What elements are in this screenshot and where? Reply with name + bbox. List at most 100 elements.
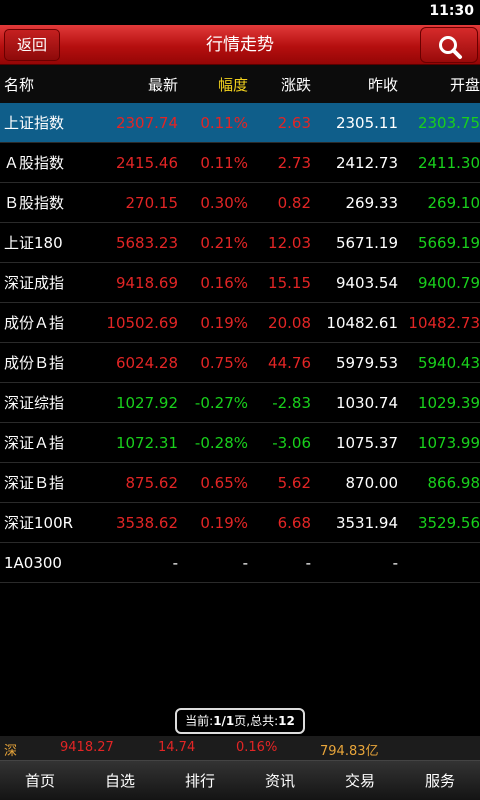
row-name-text: 上证180 bbox=[4, 234, 63, 252]
column-header-name[interactable]: 名称 bbox=[4, 65, 114, 103]
row-change: 15.15 bbox=[250, 263, 311, 302]
row-open: 5669.19 bbox=[400, 223, 480, 262]
column-header-pct[interactable]: 幅度 bbox=[180, 65, 248, 103]
row-pct: 0.65% bbox=[180, 463, 248, 502]
row-change-text: -2.83 bbox=[272, 393, 311, 412]
table-row[interactable]: 深证Ｂ指 875.62 0.65% 5.62 870.00 866.98 bbox=[0, 463, 480, 503]
column-header-open-label: 开盘 bbox=[449, 75, 480, 94]
table-row[interactable]: 成份Ｂ指 6024.28 0.75% 44.76 5979.53 5940.43 bbox=[0, 343, 480, 383]
row-latest-text: 875.62 bbox=[125, 473, 179, 492]
row-pct-text: -0.28% bbox=[194, 433, 248, 452]
nav-trade[interactable]: 交易 bbox=[320, 761, 400, 800]
row-open-text: 5940.43 bbox=[417, 353, 480, 372]
row-prev-close: - bbox=[312, 543, 398, 582]
row-pct-text: 0.19% bbox=[200, 513, 248, 532]
row-prev-close-text: 9403.54 bbox=[335, 273, 398, 292]
row-name-text: 上证指数 bbox=[4, 114, 65, 132]
row-open: 269.10 bbox=[400, 183, 480, 222]
column-header-latest[interactable]: 最新 bbox=[100, 65, 178, 103]
row-name: Ａ股指数 bbox=[4, 143, 114, 182]
quote-table: 上证指数 2307.74 0.11% 2.63 2305.11 2303.75 Ａ股指数 24… bbox=[0, 103, 480, 583]
row-name-text: 深证Ｂ指 bbox=[4, 474, 65, 492]
table-header: 名称 最新 幅度 涨跌 昨收 开盘 bbox=[0, 65, 480, 103]
row-change: 20.08 bbox=[250, 303, 311, 342]
row-pct: -0.27% bbox=[180, 383, 248, 422]
row-name: 上证指数 bbox=[4, 103, 114, 142]
table-row[interactable]: 1A0300 - - - - bbox=[0, 543, 480, 583]
nav-ranking[interactable]: 排行 bbox=[160, 761, 240, 800]
pager-mid: 页,总共: bbox=[234, 714, 279, 728]
row-change-text: 44.76 bbox=[268, 353, 311, 372]
row-change: - bbox=[250, 543, 311, 582]
row-latest-text: 6024.28 bbox=[115, 353, 178, 372]
row-open: 1029.39 bbox=[400, 383, 480, 422]
row-latest: 270.15 bbox=[100, 183, 179, 222]
nav-watchlist[interactable]: 自选 bbox=[80, 761, 160, 800]
search-button[interactable] bbox=[420, 27, 478, 63]
row-pct: 0.19% bbox=[180, 503, 248, 542]
row-open: 3529.56 bbox=[400, 503, 480, 542]
row-change-text: 15.15 bbox=[268, 273, 311, 292]
row-name: Ｂ股指数 bbox=[4, 183, 114, 222]
table-row[interactable]: 深证综指 1027.92 -0.27% -2.83 1030.74 1029.39 bbox=[0, 383, 480, 423]
back-button[interactable]: 返回 bbox=[4, 29, 60, 61]
row-open-text: 1073.99 bbox=[417, 433, 480, 452]
row-change: 2.73 bbox=[250, 143, 311, 182]
row-pct-text: -0.27% bbox=[194, 393, 248, 412]
row-latest-text: 2415.46 bbox=[115, 153, 178, 172]
table-row[interactable]: 深证成指 9418.69 0.16% 15.15 9403.54 9400.79 bbox=[0, 263, 480, 303]
row-latest: 1027.92 bbox=[100, 383, 178, 422]
row-name: 1A0300 bbox=[4, 543, 114, 582]
pager-total: 12 bbox=[278, 714, 295, 728]
row-open-text: 5669.19 bbox=[417, 233, 480, 252]
row-pct: 0.75% bbox=[180, 343, 248, 382]
column-header-change[interactable]: 涨跌 bbox=[250, 65, 311, 103]
table-row[interactable]: 成份Ａ指 10502.69 0.19% 20.08 10482.61 10482.73 bbox=[0, 303, 480, 343]
row-pct: 0.21% bbox=[180, 223, 248, 262]
pager-prefix: 当前: bbox=[185, 714, 214, 728]
row-change: 5.62 bbox=[250, 463, 311, 502]
ticker-volume: 794.83亿 bbox=[320, 744, 379, 759]
row-name-text: 深证成指 bbox=[4, 274, 65, 292]
row-latest-text: 1072.31 bbox=[115, 433, 178, 452]
table-row[interactable]: Ａ股指数 2415.46 0.11% 2.73 2412.73 2411.30 bbox=[0, 143, 480, 183]
row-prev-close: 2305.11 bbox=[312, 103, 398, 142]
row-latest: 875.62 bbox=[100, 463, 179, 502]
row-open: 866.98 bbox=[400, 463, 480, 502]
row-name-text: 成份Ａ指 bbox=[4, 314, 65, 332]
nav-home[interactable]: 首页 bbox=[0, 761, 80, 800]
row-pct-text: 0.75% bbox=[200, 353, 248, 372]
row-pct: - bbox=[180, 543, 248, 582]
table-row[interactable]: 上证180 5683.23 0.21% 12.03 5671.19 5669.19 bbox=[0, 223, 480, 263]
row-latest: 6024.28 bbox=[100, 343, 178, 382]
nav-news[interactable]: 资讯 bbox=[240, 761, 320, 800]
page-indicator: 当前:1/1页,总共:12 bbox=[175, 708, 305, 734]
table-row[interactable]: 深证Ａ指 1072.31 -0.28% -3.06 1075.37 1073.99 bbox=[0, 423, 480, 463]
table-row[interactable]: Ｂ股指数 270.15 0.30% 0.82 269.33 269.10 bbox=[0, 183, 480, 223]
row-prev-close: 1075.37 bbox=[312, 423, 398, 462]
column-header-open[interactable]: 开盘 bbox=[400, 65, 480, 103]
row-prev-close-text: 10482.61 bbox=[326, 313, 398, 332]
row-prev-close: 1030.74 bbox=[312, 383, 398, 422]
nav-service[interactable]: 服务 bbox=[400, 761, 480, 800]
row-latest: - bbox=[100, 543, 178, 582]
ticker-market: 深 bbox=[4, 744, 18, 759]
row-change-text: 12.03 bbox=[268, 233, 311, 252]
pager-page: 1/1 bbox=[213, 714, 235, 728]
row-name-text: 深证综指 bbox=[4, 394, 65, 412]
table-row[interactable]: 深证100R 3538.62 0.19% 6.68 3531.94 3529.56 bbox=[0, 503, 480, 543]
row-name: 深证综指 bbox=[4, 383, 114, 422]
row-pct-text: - bbox=[242, 553, 248, 572]
row-latest-text: 2307.74 bbox=[115, 113, 178, 132]
row-change-text: 20.08 bbox=[268, 313, 311, 332]
table-row[interactable]: 上证指数 2307.74 0.11% 2.63 2305.11 2303.75 bbox=[0, 103, 480, 143]
row-latest-text: 3538.62 bbox=[115, 513, 178, 532]
column-header-prev-close[interactable]: 昨收 bbox=[312, 65, 398, 103]
row-prev-close-text: 2305.11 bbox=[335, 113, 398, 132]
row-prev-close-text: 3531.94 bbox=[335, 513, 398, 532]
row-name-text: Ａ股指数 bbox=[4, 154, 65, 172]
market-ticker[interactable]: 深 9418.27 14.74 0.16% 794.83亿 bbox=[0, 736, 480, 760]
row-open-text: 9400.79 bbox=[417, 273, 480, 292]
row-latest: 10502.69 bbox=[100, 303, 178, 342]
row-change: -3.06 bbox=[250, 423, 311, 462]
